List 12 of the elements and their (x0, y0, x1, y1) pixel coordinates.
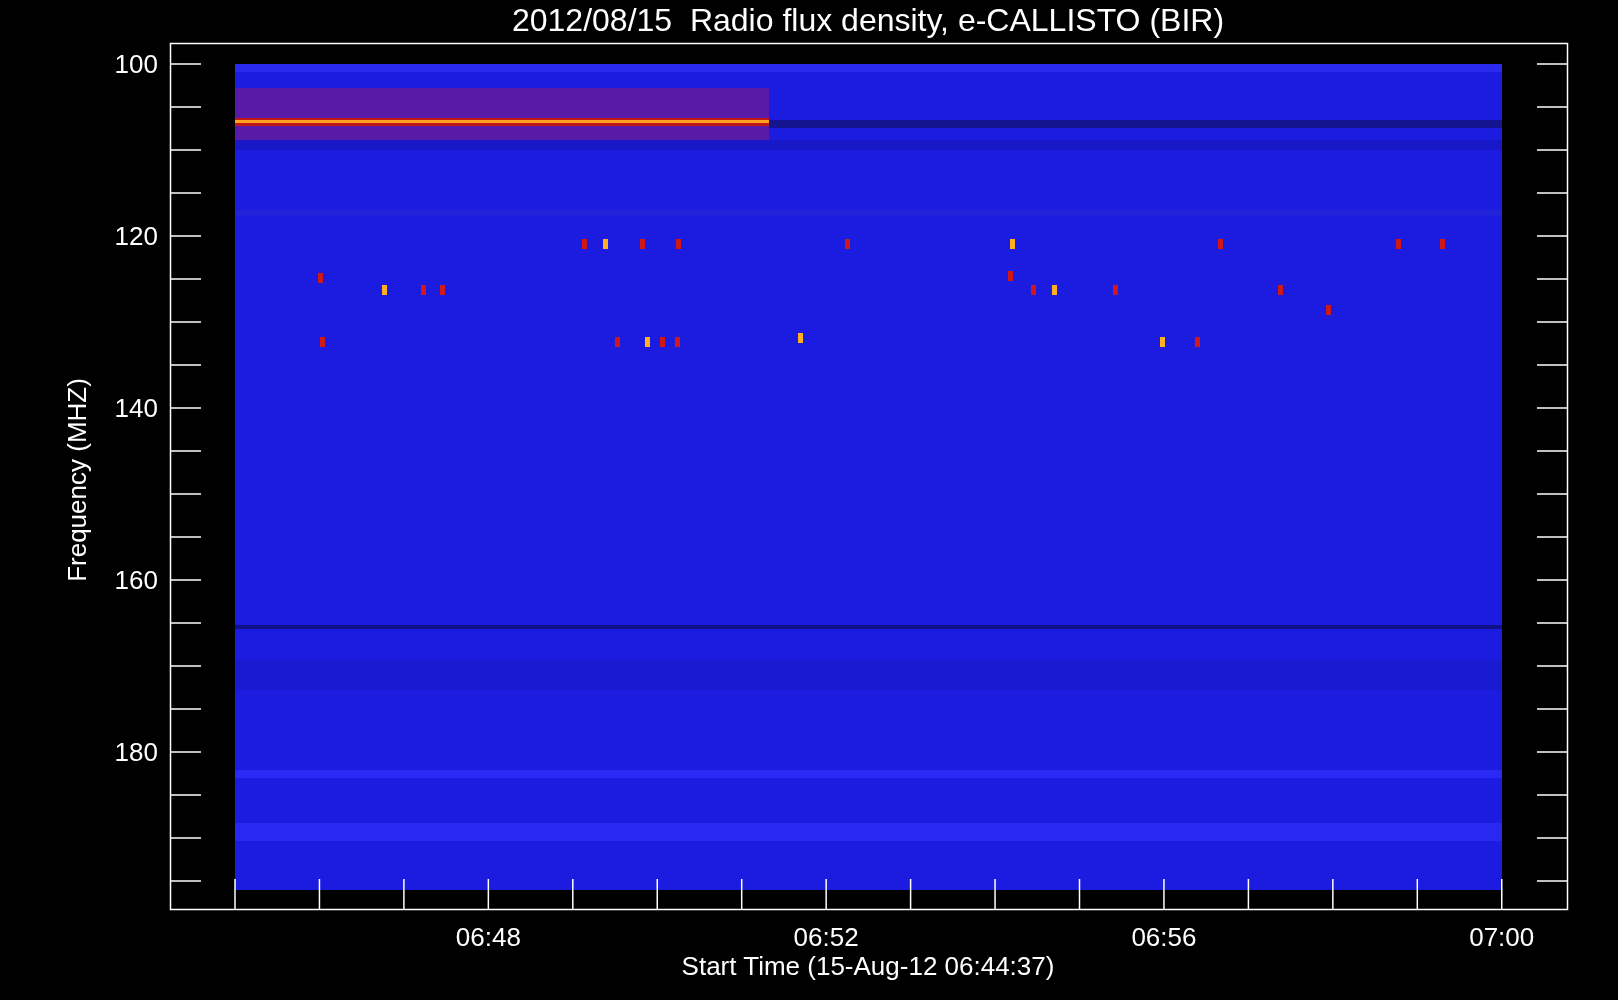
chart-title: 2012/08/15 Radio flux density, e-CALLISTO (BIR) (511, 2, 1225, 38)
x-axis-label: Start Time (15-Aug-12 06:44:37) (681, 951, 1055, 981)
y-tick-label: 180 (114, 737, 158, 767)
x-tick-label: 06:56 (1131, 922, 1197, 952)
y-tick-label: 100 (114, 49, 158, 79)
y-tick-label: 160 (114, 565, 158, 595)
y-tick-label: 120 (114, 221, 158, 251)
x-tick-label: 07:00 (1469, 922, 1535, 952)
x-tick-label: 06:48 (455, 922, 521, 952)
y-tick-label: 140 (114, 393, 158, 423)
y-axis-label: Frequency (MHZ) (62, 378, 92, 582)
x-tick-label: 06:52 (793, 922, 859, 952)
